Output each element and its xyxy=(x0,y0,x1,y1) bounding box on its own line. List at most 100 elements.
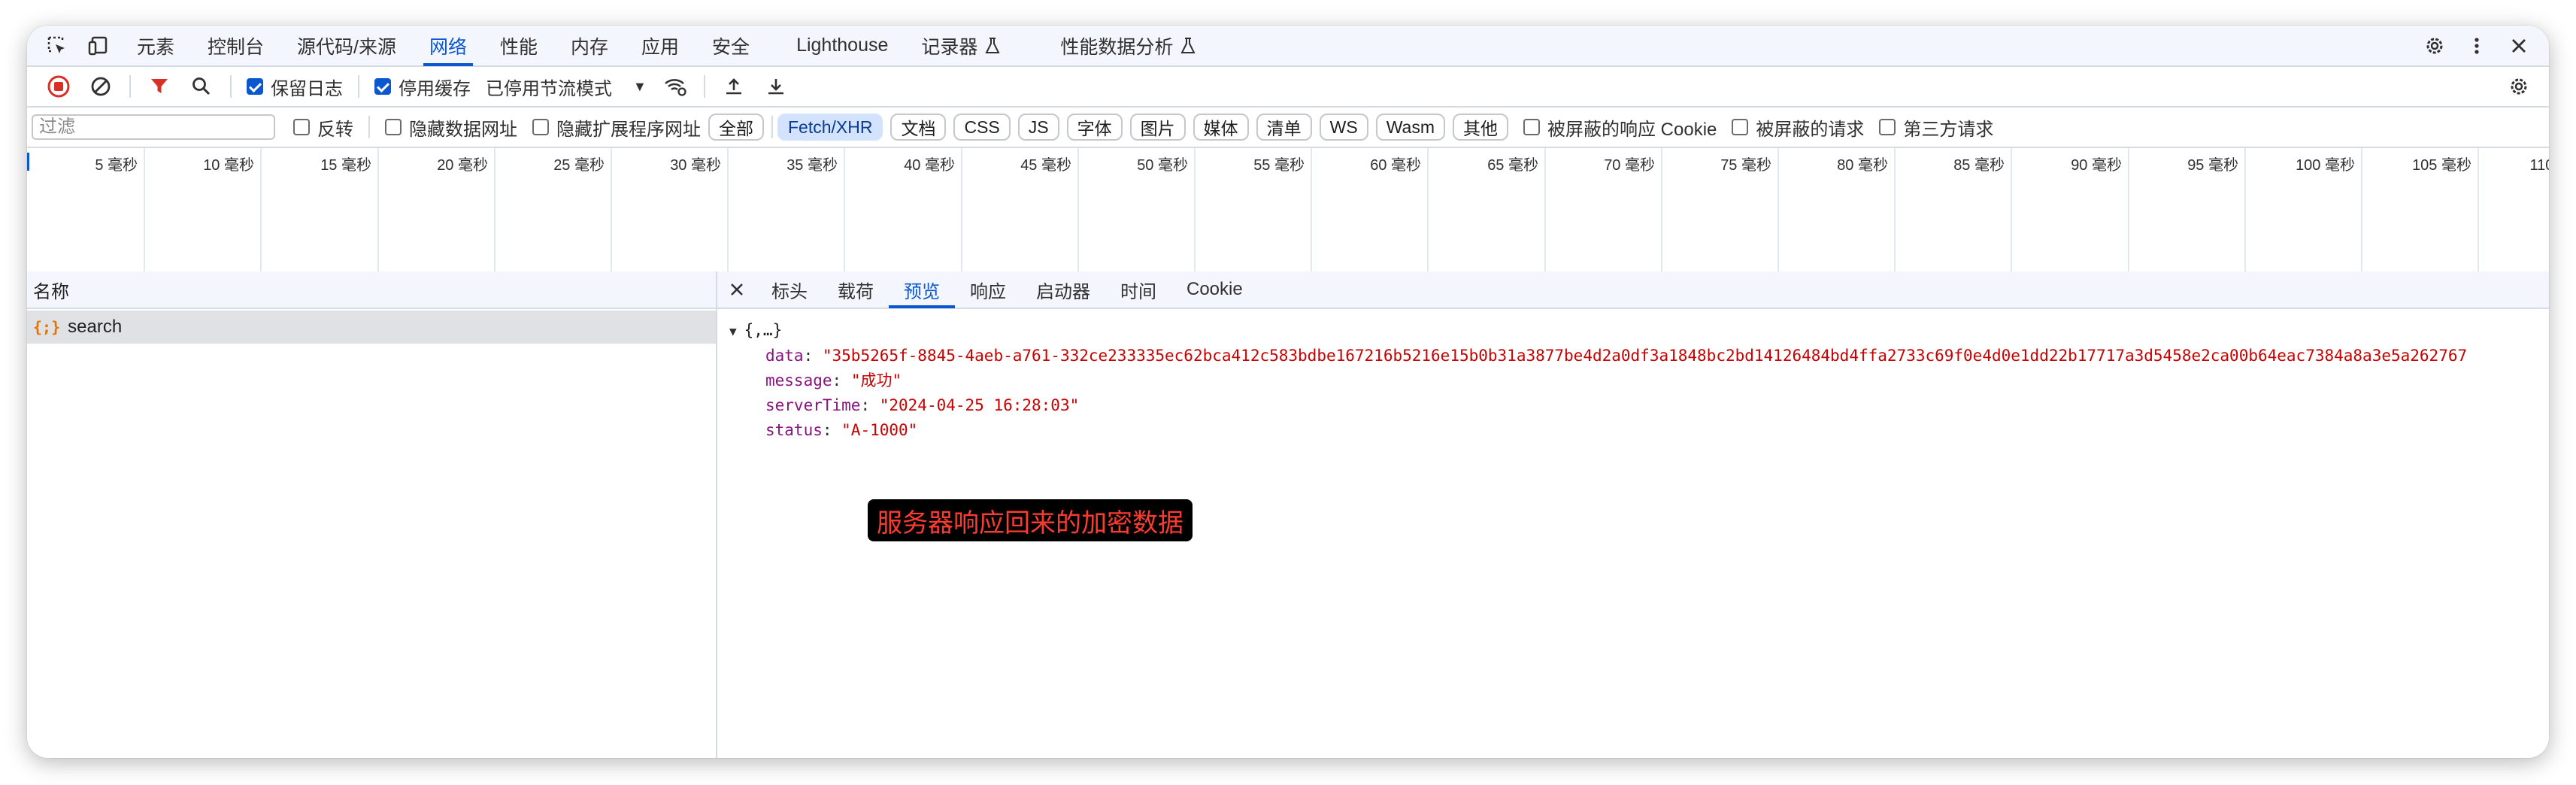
hide-extension-urls-checkbox[interactable]: 隐藏扩展程序网址 xyxy=(532,114,701,141)
throttling-select[interactable]: 已停用节流模式 ▼ xyxy=(486,74,647,100)
tab-headers[interactable]: 标头 xyxy=(756,271,823,308)
type-filter-all[interactable]: 全部 xyxy=(708,114,764,141)
json-value: "2024-04-25 16:28:03" xyxy=(879,396,1080,414)
inspect-element-icon[interactable] xyxy=(36,26,78,66)
timeline-tick: 110 毫秒 xyxy=(27,148,2549,271)
hide-extension-urls-label: 隐藏扩展程序网址 xyxy=(556,119,701,140)
clear-icon[interactable] xyxy=(80,67,122,106)
timeline-tick-label: 110 毫秒 xyxy=(2529,157,2549,174)
json-preview: ▼ {,…} data: "35b5265f-8845-4aeb-a761-332… xyxy=(717,309,2549,443)
import-har-icon[interactable] xyxy=(713,67,755,106)
json-key: serverTime xyxy=(765,396,861,414)
tab-timing[interactable]: 时间 xyxy=(1105,271,1171,308)
xhr-json-icon: {;} xyxy=(33,318,61,336)
tab-performance-insights[interactable]: 性能数据分析 xyxy=(1044,26,1212,66)
blocked-requests-checkbox[interactable]: 被屏蔽的请求 xyxy=(1732,114,1864,141)
invert-label: 反转 xyxy=(317,119,353,140)
tab-cookies[interactable]: Cookie xyxy=(1171,271,1258,308)
throttling-value: 已停用节流模式 xyxy=(486,78,612,99)
device-toolbar-icon[interactable] xyxy=(78,26,120,66)
type-filter-media[interactable]: 媒体 xyxy=(1193,114,1249,141)
tab-performance[interactable]: 性能 xyxy=(483,26,554,66)
type-filter-font[interactable]: 字体 xyxy=(1066,114,1123,141)
type-filter-css[interactable]: CSS xyxy=(953,114,1011,141)
preserve-log-checkbox[interactable]: 保留日志 xyxy=(247,74,343,100)
name-column-header[interactable]: 名称 xyxy=(27,271,716,309)
json-root-summary: {,…} xyxy=(744,321,783,339)
tab-memory[interactable]: 内存 xyxy=(554,26,625,66)
invert-checkbox[interactable]: 反转 xyxy=(293,114,353,141)
close-icon[interactable] xyxy=(2498,26,2540,66)
checkbox-unchecked[interactable] xyxy=(1879,119,1896,135)
tab-application[interactable]: 应用 xyxy=(625,26,696,66)
checkbox-unchecked[interactable] xyxy=(1523,119,1540,135)
checkbox-unchecked[interactable] xyxy=(532,119,549,135)
expand-triangle-icon[interactable]: ▼ xyxy=(729,324,737,338)
blocked-cookies-checkbox[interactable]: 被屏蔽的响应 Cookie xyxy=(1523,114,1717,141)
type-filter-fetch-xhr[interactable]: Fetch/XHR xyxy=(777,114,883,141)
tab-payload[interactable]: 载荷 xyxy=(823,271,889,308)
tab-sources[interactable]: 源代码/来源 xyxy=(280,26,413,66)
type-filter-img[interactable]: 图片 xyxy=(1129,114,1186,141)
network-settings-gear-icon[interactable] xyxy=(2498,67,2540,106)
tab-recorder[interactable]: 记录器 xyxy=(905,26,1017,66)
json-key: status xyxy=(765,421,823,439)
json-field-servertime: serverTime: "2024-04-25 16:28:03" xyxy=(765,396,1080,414)
filter-bar: 反转 隐藏数据网址 隐藏扩展程序网址 全部 Fetch/XHR 文档 CSS J… xyxy=(27,108,2549,148)
hide-data-urls-checkbox[interactable]: 隐藏数据网址 xyxy=(385,114,517,141)
search-icon[interactable] xyxy=(180,67,223,106)
divider xyxy=(771,116,773,138)
json-key: message xyxy=(765,371,832,389)
toolbar-right xyxy=(2498,67,2549,106)
preserve-log-label: 保留日志 xyxy=(271,78,343,99)
record-stop-icon[interactable] xyxy=(38,67,80,106)
tab-network[interactable]: 网络 xyxy=(413,26,483,66)
network-overview-timeline[interactable]: 5 毫秒 10 毫秒 15 毫秒 20 毫秒 25 毫秒 30 毫秒 35 毫秒 40 毫秒 4… xyxy=(27,148,2549,273)
request-name: search xyxy=(68,317,123,337)
disable-cache-label: 停用缓存 xyxy=(399,78,471,99)
filter-input[interactable] xyxy=(32,114,275,140)
disable-cache-checkbox[interactable]: 停用缓存 xyxy=(374,74,471,100)
tab-lighthouse[interactable]: Lighthouse xyxy=(780,26,905,66)
tab-console[interactable]: 控制台 xyxy=(191,26,280,66)
divider xyxy=(703,75,705,98)
type-filter-other[interactable]: 其他 xyxy=(1453,114,1508,141)
blocked-cookies-label: 被屏蔽的响应 Cookie xyxy=(1547,119,1717,140)
blocked-requests-label: 被屏蔽的请求 xyxy=(1756,119,1865,140)
filter-icon[interactable] xyxy=(138,67,180,106)
type-filter-doc[interactable]: 文档 xyxy=(890,114,947,141)
tab-elements[interactable]: 元素 xyxy=(120,26,191,66)
divider xyxy=(230,75,232,98)
json-field-message: message: "成功" xyxy=(765,371,902,389)
settings-gear-icon[interactable] xyxy=(2414,26,2456,66)
json-value: "35b5265f-8845-4aeb-a761-332ce233335ec62… xyxy=(822,347,2468,365)
checkbox-unchecked[interactable] xyxy=(293,119,310,135)
flask-icon xyxy=(985,37,1001,55)
tab-security[interactable]: 安全 xyxy=(696,26,766,66)
request-row-search[interactable]: {;} search xyxy=(27,311,716,344)
third-party-checkbox[interactable]: 第三方请求 xyxy=(1879,114,1993,141)
more-options-icon[interactable] xyxy=(2456,26,2498,66)
type-filter-wasm[interactable]: Wasm xyxy=(1375,114,1445,141)
json-field-data: data: "35b5265f-8845-4aeb-a761-332ce2333… xyxy=(765,347,2468,365)
flask-icon xyxy=(1180,37,1196,55)
json-value: "成功" xyxy=(850,371,902,389)
tab-response[interactable]: 响应 xyxy=(955,271,1021,308)
checkbox-unchecked[interactable] xyxy=(1732,119,1749,135)
tab-preview[interactable]: 预览 xyxy=(889,271,955,308)
close-detail-icon[interactable] xyxy=(717,271,756,308)
checkbox-unchecked[interactable] xyxy=(385,119,402,135)
type-filter-ws[interactable]: WS xyxy=(1319,114,1368,141)
checkbox-checked[interactable] xyxy=(247,78,263,95)
tab-initiator[interactable]: 启动器 xyxy=(1021,271,1105,308)
json-root-row[interactable]: ▼ {,…} xyxy=(729,318,2549,344)
checkbox-checked[interactable] xyxy=(374,78,391,95)
tab-recorder-label: 记录器 xyxy=(921,36,978,58)
tab-performance-insights-label: 性能数据分析 xyxy=(1060,36,1174,58)
export-har-icon[interactable] xyxy=(755,67,797,106)
type-filter-manifest[interactable]: 清单 xyxy=(1256,114,1312,141)
network-toolbar: 保留日志 停用缓存 已停用节流模式 ▼ xyxy=(27,67,2549,108)
network-conditions-icon[interactable] xyxy=(654,67,696,106)
annotation-label: 服务器响应回来的加密数据 xyxy=(868,499,1193,541)
type-filter-js[interactable]: JS xyxy=(1017,114,1059,141)
